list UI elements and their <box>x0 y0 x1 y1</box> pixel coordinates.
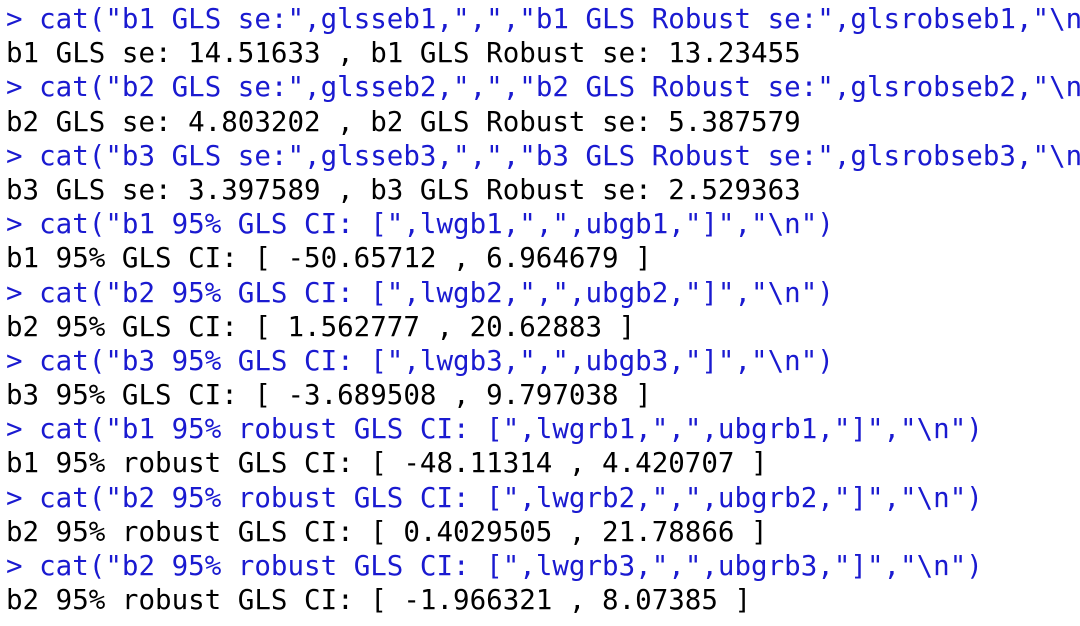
prompt-symbol: > <box>6 208 23 241</box>
command-text: cat("b3 95% GLS CI: [",lwgb3,",",ubgb3,"… <box>39 344 834 377</box>
console-output-line: b2 95% GLS CI: [ 1.562777 , 20.62883 ] <box>6 310 636 343</box>
prompt-symbol: > <box>6 3 23 35</box>
command-text: cat("b1 95% GLS CI: [",lwgb1,",",ubgb1,"… <box>39 208 834 241</box>
console-output-line: b1 GLS se: 14.51633 , b1 GLS Robust se: … <box>6 37 801 70</box>
prompt-symbol: > <box>6 481 23 514</box>
command-text: cat("b2 95% GLS CI: [",lwgb2,",",ubgb2,"… <box>39 276 834 309</box>
console-input-line: > cat("b3 GLS se:",glsseb3,",","b3 GLS R… <box>6 139 1080 173</box>
command-text: cat("b1 GLS se:",glsseb1,",","b1 GLS Rob… <box>39 3 1080 35</box>
console-input-line: > cat("b3 95% GLS CI: [",lwgb3,",",ubgb3… <box>6 344 1080 378</box>
command-text: cat("b2 95% robust GLS CI: [",lwgrb3,","… <box>39 550 983 582</box>
prompt-symbol: > <box>6 139 23 172</box>
console-output-line: b3 GLS se: 3.397589 , b3 GLS Robust se: … <box>6 173 801 206</box>
console-input-line: > cat("b1 95% robust GLS CI: [",lwgrb1,"… <box>6 412 1080 446</box>
r-console[interactable]: > cat("b1 GLS se:",glsseb1,",","b1 GLS R… <box>0 0 1080 626</box>
console-input-line: > cat("b1 95% GLS CI: [",lwgb1,",",ubgb1… <box>6 207 1080 241</box>
command-text: cat("b2 GLS se:",glsseb2,",","b2 GLS Rob… <box>39 71 1080 104</box>
prompt-symbol: > <box>6 344 23 377</box>
console-input-line: > cat("b2 95% GLS CI: [",lwgb2,",",ubgb2… <box>6 276 1080 310</box>
prompt-symbol: > <box>6 71 23 104</box>
console-input-line: > cat("b2 GLS se:",glsseb2,",","b2 GLS R… <box>6 70 1080 104</box>
console-output-line: b1 95% robust GLS CI: [ -48.11314 , 4.42… <box>6 447 768 480</box>
prompt-symbol: > <box>6 550 23 582</box>
prompt-symbol: > <box>6 413 23 446</box>
command-text: cat("b3 GLS se:",glsseb3,",","b3 GLS Rob… <box>39 139 1080 172</box>
command-text: cat("b2 95% robust GLS CI: [",lwgrb2,","… <box>39 481 983 514</box>
console-output-line: b2 95% robust GLS CI: [ 0.4029505 , 21.7… <box>6 515 768 548</box>
console-input-line: > cat("b2 95% robust GLS CI: [",lwgrb3,"… <box>6 549 1080 583</box>
console-output-line: b3 95% GLS CI: [ -3.689508 , 9.797038 ] <box>6 379 652 412</box>
console-input-line: > cat("b2 95% robust GLS CI: [",lwgrb2,"… <box>6 481 1080 515</box>
console-output-line: b2 95% robust GLS CI: [ -1.966321 , 8.07… <box>6 584 752 617</box>
command-text: cat("b1 95% robust GLS CI: [",lwgrb1,","… <box>39 413 983 446</box>
console-output-line: b2 GLS se: 4.803202 , b2 GLS Robust se: … <box>6 105 801 138</box>
console-output-line: b1 95% GLS CI: [ -50.65712 , 6.964679 ] <box>6 242 652 275</box>
prompt-symbol: > <box>6 276 23 309</box>
console-input-line: > cat("b1 GLS se:",glsseb1,",","b1 GLS R… <box>6 2 1080 36</box>
